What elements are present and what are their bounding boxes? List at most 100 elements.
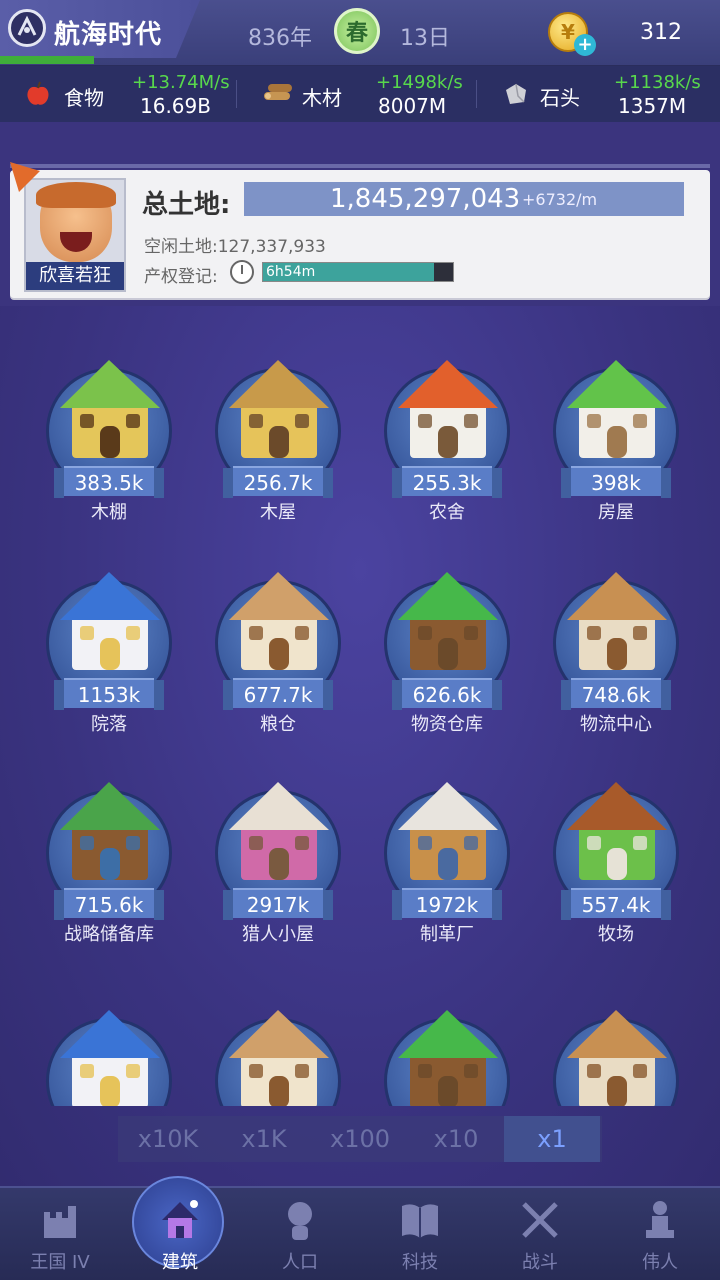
building-name: 物资仓库	[411, 714, 483, 735]
building-name: 制革厂	[420, 924, 474, 945]
building-card[interactable]: 1153k 院落	[24, 550, 194, 750]
building-card[interactable]	[362, 988, 532, 1106]
season-badge[interactable]: 春	[334, 8, 380, 54]
book-icon	[402, 1204, 438, 1238]
apple-icon	[27, 81, 49, 105]
building-name: 牧场	[598, 924, 634, 945]
building-count: 255.3k	[392, 466, 502, 498]
game-logo-icon	[8, 9, 46, 47]
resource-total: 16.69B	[140, 94, 211, 118]
game-title-panel[interactable]: 航海时代	[0, 0, 200, 58]
resource-rate: +13.74M/s	[132, 72, 230, 93]
nav-label: 人口	[282, 1252, 318, 1273]
building-card[interactable]: 677.7k 粮仓	[193, 550, 363, 750]
multiplier-bar: x10K x1K x100 x10 x1	[118, 1116, 602, 1162]
avatar[interactable]: 欣喜若狂	[24, 178, 126, 292]
building-card[interactable]: 715.6k 战略储备库	[24, 760, 194, 960]
building-count: 256.7k	[223, 466, 333, 498]
building-card[interactable]	[531, 988, 701, 1106]
building-name: 木屋	[260, 502, 296, 523]
nav-label: 科技	[402, 1252, 438, 1273]
total-land-bar: 1,845,297,043 +6732/m	[244, 182, 684, 216]
multiplier-option[interactable]: x10K	[120, 1116, 216, 1162]
building-count: 1153k	[54, 678, 164, 710]
deed-time: 6h54m	[266, 264, 316, 280]
nav-item[interactable]: 人口	[240, 1186, 360, 1280]
land-panel: 欣喜若狂 总土地: 1,845,297,043 +6732/m 空闲土地:127…	[10, 162, 710, 298]
resource-wood[interactable]: 木材 +1498k/s 8007M	[240, 66, 480, 122]
total-land-label: 总土地:	[142, 190, 231, 220]
building-count: 2917k	[223, 888, 333, 920]
coin-count: 312	[640, 20, 682, 45]
game-title: 航海时代	[54, 20, 163, 50]
nav-item[interactable]: 王国 IV	[0, 1186, 120, 1280]
divider	[236, 80, 237, 108]
building-name: 房屋	[598, 502, 634, 523]
building-count: 398k	[561, 466, 671, 498]
clock-icon	[230, 260, 254, 284]
resource-name: 石头	[540, 86, 580, 110]
multiplier-option[interactable]: x10	[408, 1116, 504, 1162]
divider	[476, 80, 477, 108]
top-bar: 航海时代 836年 春 13日 ¥ + 312	[0, 0, 720, 66]
house-build-icon	[162, 1200, 198, 1238]
nav-item[interactable]: 战斗	[480, 1186, 600, 1280]
building-card[interactable]: 398k 房屋	[531, 338, 701, 538]
total-land-rate: +6732/m	[522, 190, 598, 209]
building-count: 715.6k	[54, 888, 164, 920]
deed-label: 产权登记:	[144, 267, 218, 287]
multiplier-option[interactable]: x100	[312, 1116, 408, 1162]
nav-item[interactable]: 伟人	[600, 1186, 720, 1280]
building-count: 677.7k	[223, 678, 333, 710]
free-land-text: 空闲土地:127,337,933	[144, 237, 326, 257]
hair	[36, 182, 116, 208]
resource-food[interactable]: 食物 +13.74M/s 16.69B	[0, 66, 240, 122]
resource-name: 食物	[64, 86, 104, 110]
nav-label: 王国 IV	[30, 1252, 90, 1273]
building-card[interactable]: 1972k 制革厂	[362, 760, 532, 960]
nav-label: 战斗	[522, 1252, 558, 1273]
statue-icon	[646, 1201, 674, 1238]
building-card[interactable]: 2917k 猎人小屋	[193, 760, 363, 960]
resource-total: 1357M	[618, 94, 687, 118]
resource-total: 8007M	[378, 94, 447, 118]
crossed-swords-icon	[522, 1202, 558, 1238]
land-panel-border	[10, 164, 710, 168]
building-card[interactable]: 626.6k 物资仓库	[362, 550, 532, 750]
mouth	[60, 232, 92, 252]
multiplier-option[interactable]: x1K	[216, 1116, 312, 1162]
building-count: 1972k	[392, 888, 502, 920]
day-label: 13日	[400, 26, 450, 51]
add-coins-icon[interactable]: +	[574, 34, 596, 56]
multiplier-option[interactable]: x1	[504, 1116, 600, 1162]
resource-bar: 食物 +13.74M/s 16.69B 木材 +1498k/s 8007M 石头…	[0, 66, 720, 122]
resource-name: 木材	[302, 86, 342, 110]
resource-rate: +1498k/s	[376, 72, 463, 93]
season-label: 春	[345, 21, 368, 46]
building-card[interactable]: 557.4k 牧场	[531, 760, 701, 960]
building-count: 748.6k	[561, 678, 671, 710]
resource-stone[interactable]: 石头 +1138k/s 1357M	[480, 66, 720, 122]
building-count: 383.5k	[54, 466, 164, 498]
nav-item[interactable]: 科技	[360, 1186, 480, 1280]
nav-item[interactable]: 建筑	[120, 1186, 240, 1280]
castle-icon	[44, 1206, 76, 1238]
building-name: 农舍	[429, 502, 465, 523]
building-card[interactable]: 256.7k 木屋	[193, 338, 363, 538]
building-card[interactable]	[193, 988, 363, 1106]
building-card[interactable]	[24, 988, 194, 1106]
building-name: 猎人小屋	[242, 924, 314, 945]
building-card[interactable]: 383.5k 木棚	[24, 338, 194, 538]
nav-label: 建筑	[162, 1252, 198, 1273]
stone-icon	[506, 83, 526, 104]
building-name: 院落	[91, 714, 127, 735]
logs-icon	[264, 84, 292, 100]
building-card[interactable]: 748.6k 物流中心	[531, 550, 701, 750]
deed-progress-bar: 6h54m	[262, 262, 454, 282]
building-card[interactable]: 255.3k 农舍	[362, 338, 532, 538]
building-count: 626.6k	[392, 678, 502, 710]
person-icon	[288, 1202, 312, 1240]
building-name: 战略储备库	[64, 924, 154, 945]
resource-rate: +1138k/s	[614, 72, 701, 93]
king-face-icon	[36, 182, 116, 262]
